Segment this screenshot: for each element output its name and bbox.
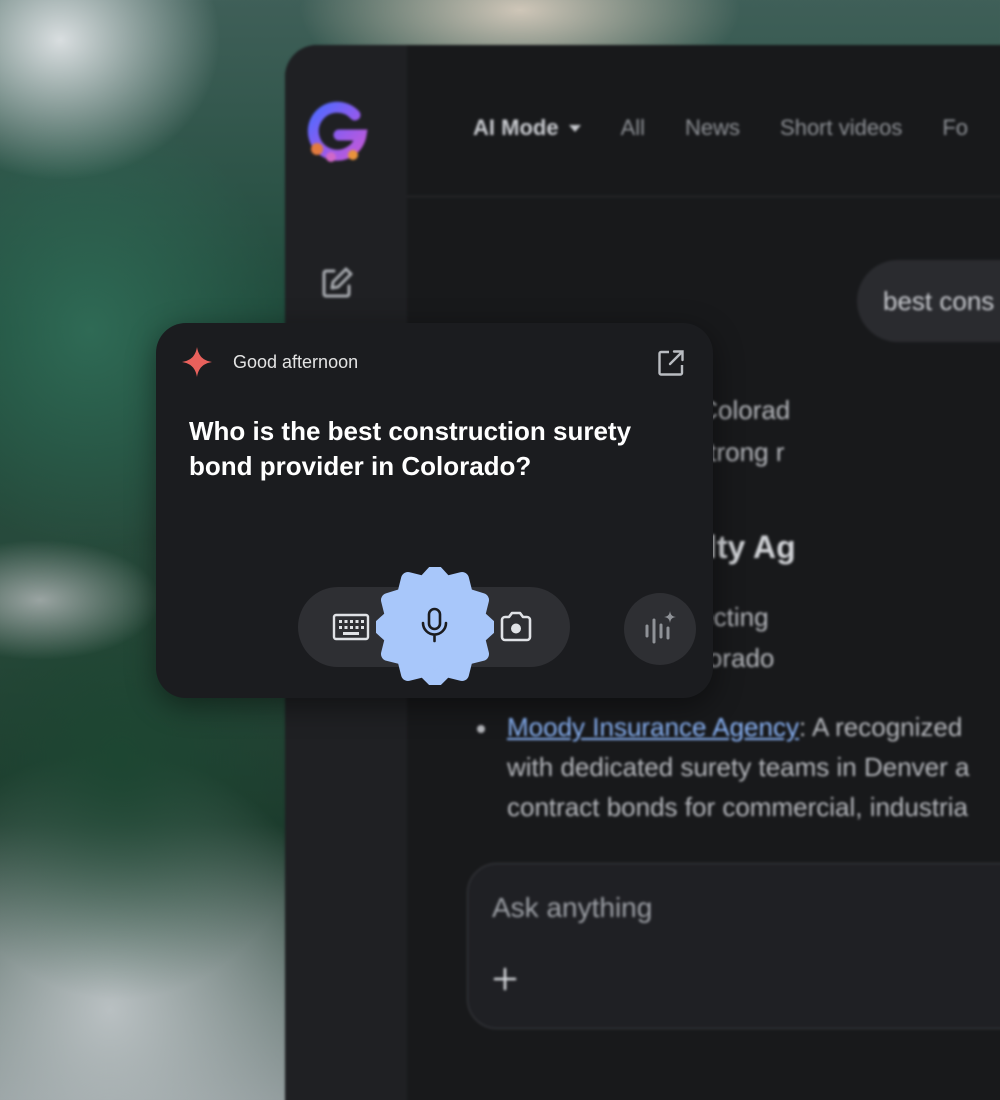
- greeting-text: Good afternoon: [233, 352, 359, 372]
- live-audio-icon: [645, 611, 676, 644]
- open-external-icon[interactable]: [656, 348, 686, 378]
- ask-placeholder: Ask anything: [492, 892, 653, 923]
- ask-input-box[interactable]: Ask anything: [467, 863, 1000, 1029]
- bullet-dot: [477, 725, 485, 733]
- live-audio-button[interactable]: [624, 593, 696, 665]
- answer-bullet: Moody Insurance Agency: A recognized: [477, 712, 963, 743]
- user-query-bubble: best cons: [857, 260, 1000, 342]
- answer-line: with dedicated surety teams in Denver a: [507, 752, 970, 782]
- answer-line: contract bonds for commercial, industria: [507, 792, 968, 822]
- tab-news[interactable]: News: [685, 115, 740, 141]
- tab-short-videos[interactable]: Short videos: [780, 115, 902, 141]
- tab-all[interactable]: All: [621, 115, 645, 141]
- tab-ai-mode[interactable]: AI Mode: [473, 115, 581, 141]
- keyboard-icon[interactable]: [332, 611, 370, 643]
- moody-insurance-link[interactable]: Moody Insurance Agency: [507, 712, 799, 742]
- microphone-button[interactable]: [376, 567, 494, 685]
- top-bar: AI Mode All News Short videos Fo: [407, 45, 1000, 197]
- sparkle-icon: [182, 347, 212, 377]
- new-chat-icon[interactable]: [319, 265, 355, 301]
- tab-more[interactable]: Fo: [942, 115, 968, 141]
- input-controls: [298, 567, 570, 685]
- camera-icon[interactable]: [498, 609, 534, 645]
- search-tabs: AI Mode All News Short videos Fo: [473, 115, 968, 141]
- assistant-card: Good afternoon Who is the best construct…: [156, 323, 713, 698]
- tab-label: AI Mode: [473, 115, 559, 140]
- plus-icon[interactable]: [490, 964, 520, 994]
- google-g-logo: [307, 101, 368, 162]
- chevron-down-icon: [568, 124, 581, 132]
- bullet-text: : A recognized: [798, 712, 963, 742]
- prompt-text: Who is the best construction surety bond…: [189, 416, 632, 481]
